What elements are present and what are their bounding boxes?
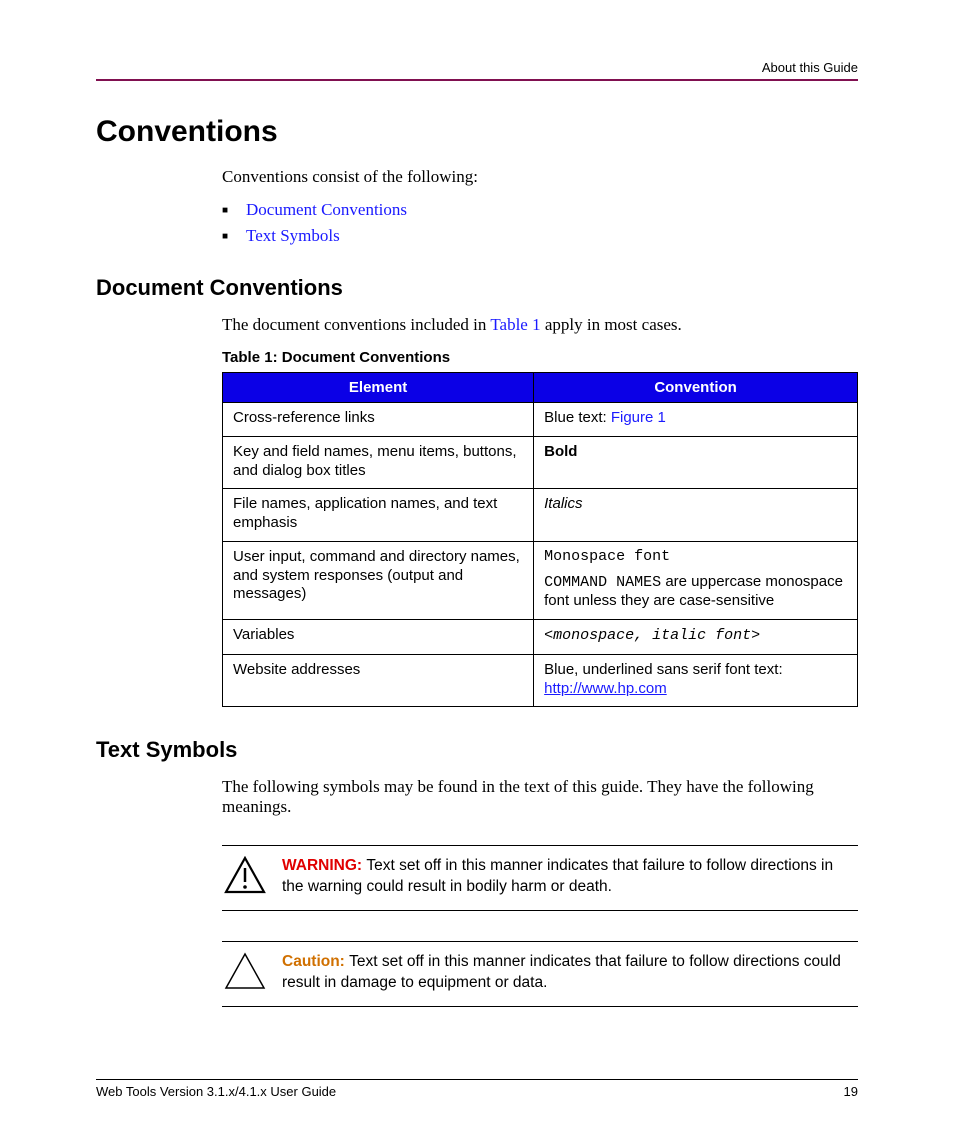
warning-icon bbox=[222, 856, 268, 894]
table-row: Key and field names, menu items, buttons… bbox=[223, 436, 858, 489]
link-figure-1[interactable]: Figure 1 bbox=[611, 409, 666, 426]
table-row: Variables <monospace, italic font> bbox=[223, 620, 858, 655]
link-text-symbols[interactable]: Text Symbols bbox=[246, 226, 340, 245]
intro-link-list: Document Conventions Text Symbols bbox=[222, 197, 858, 249]
document-conventions-table: Element Convention Cross-reference links… bbox=[222, 372, 858, 707]
caution-icon bbox=[222, 952, 268, 990]
heading-document-conventions: Document Conventions bbox=[96, 275, 858, 301]
heading-text-symbols: Text Symbols bbox=[96, 737, 858, 763]
heading-conventions: Conventions bbox=[96, 115, 858, 149]
table-row: Website addresses Blue, underlined sans … bbox=[223, 654, 858, 707]
header-section-label: About this Guide bbox=[762, 60, 858, 75]
warning-text: WARNING: Text set off in this manner ind… bbox=[282, 856, 858, 898]
warning-block: WARNING: Text set off in this manner ind… bbox=[222, 845, 858, 911]
table-caption: Table 1: Document Conventions bbox=[222, 349, 858, 366]
table-header-element: Element bbox=[223, 373, 534, 403]
page-header: About this Guide bbox=[96, 60, 858, 81]
link-table-1[interactable]: Table 1 bbox=[490, 315, 540, 334]
caution-text: Caution: Text set off in this manner ind… bbox=[282, 952, 858, 994]
doc-conv-intro: The document conventions included in Tab… bbox=[222, 315, 858, 335]
page-footer: Web Tools Version 3.1.x/4.1.x User Guide… bbox=[96, 1079, 858, 1099]
text-symbols-intro: The following symbols may be found in th… bbox=[222, 777, 858, 817]
footer-doc-title: Web Tools Version 3.1.x/4.1.x User Guide bbox=[96, 1084, 336, 1099]
caution-block: Caution: Text set off in this manner ind… bbox=[222, 941, 858, 1007]
intro-text: Conventions consist of the following: bbox=[222, 167, 858, 187]
link-hp-url[interactable]: http://www.hp.com bbox=[544, 680, 667, 697]
table-header-convention: Convention bbox=[534, 373, 858, 403]
table-row: User input, command and directory names,… bbox=[223, 541, 858, 619]
footer-page-number: 19 bbox=[844, 1084, 858, 1099]
table-row: File names, application names, and text … bbox=[223, 489, 858, 542]
link-document-conventions[interactable]: Document Conventions bbox=[246, 200, 407, 219]
table-row: Cross-reference links Blue text: Figure … bbox=[223, 403, 858, 437]
